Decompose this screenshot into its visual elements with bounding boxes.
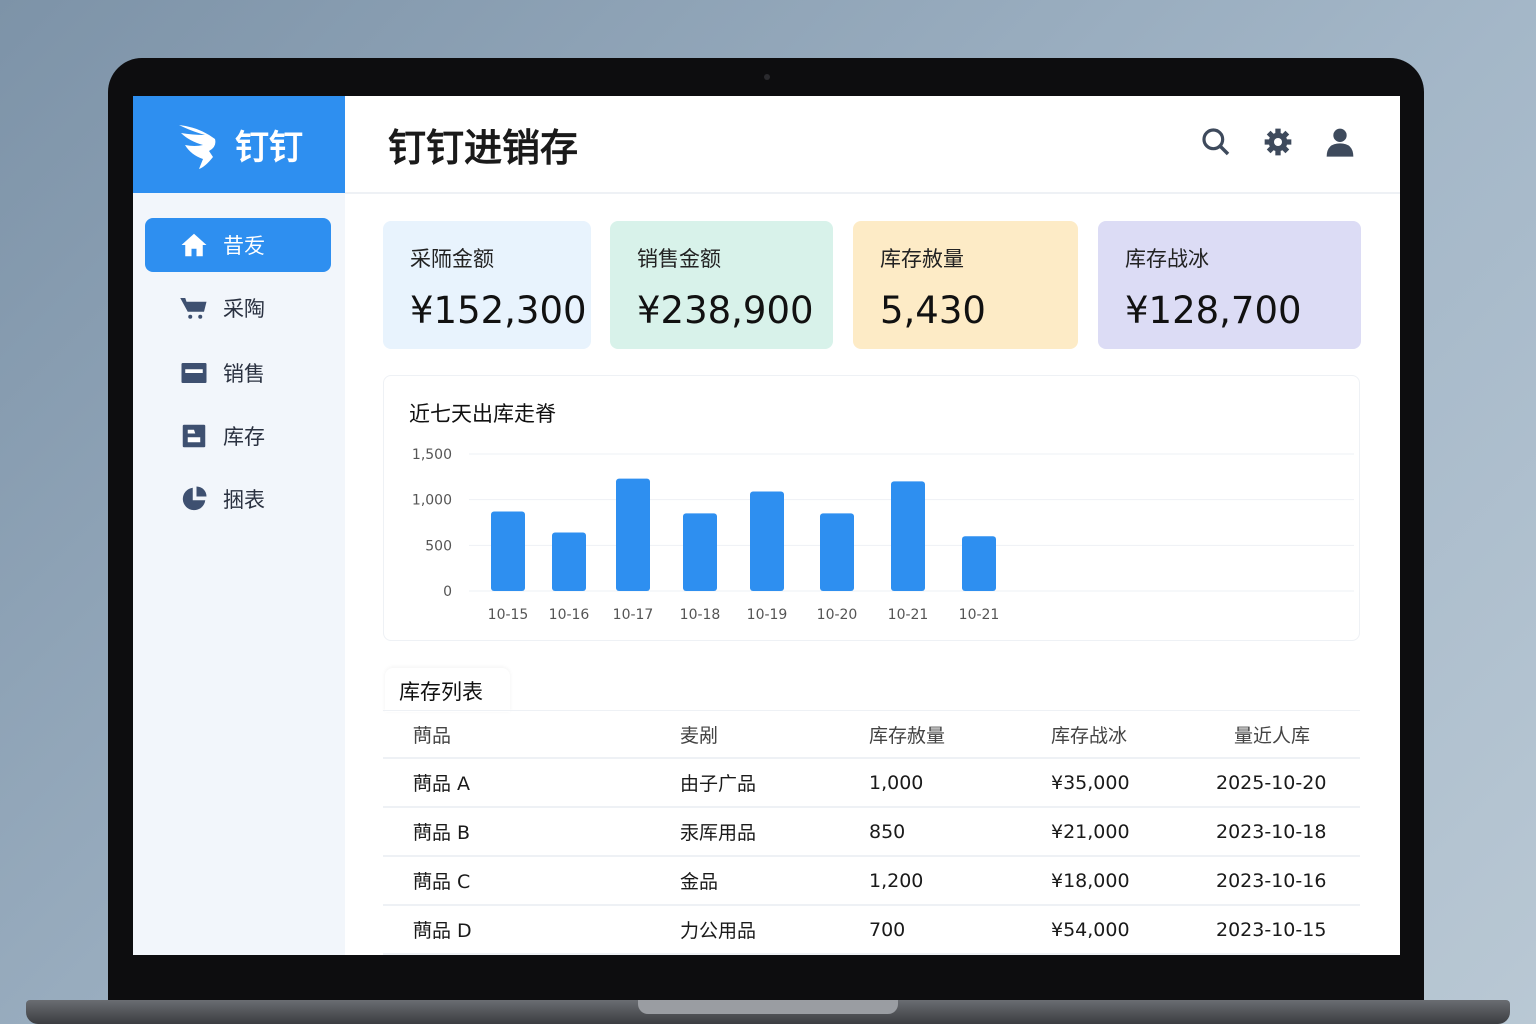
table-cell: 力公用品	[680, 920, 757, 942]
x-tick-label: 10-18	[680, 607, 721, 623]
table-cell: 1,000	[869, 771, 924, 794]
bar[interactable]	[962, 536, 996, 591]
col-header[interactable]: 蔄品	[383, 721, 680, 748]
table-cell: 蔄品 A	[413, 773, 471, 795]
stat-card-stock-cost: 库存战冰 ¥128,700	[1098, 221, 1361, 349]
inventory-table: 蔄品 麦剐 库存赦量 库存战冰 量近人库 蔄品 A 由子广品 1,000 ¥35,00…	[383, 710, 1360, 955]
table-cell: 蔄品 D	[413, 920, 472, 942]
home-icon	[181, 233, 207, 257]
x-tick-label: 10-16	[549, 607, 590, 623]
camera	[764, 74, 770, 80]
sidebar-item-label: 捆表	[223, 488, 265, 512]
table-cell: ¥35,000	[1051, 771, 1130, 794]
calendar-icon	[181, 363, 207, 383]
table-cell: 蔄品 C	[413, 871, 471, 893]
bar[interactable]	[552, 532, 586, 591]
table-cell: 2025-10-20	[1216, 771, 1327, 794]
table-tab[interactable]: 库存列表	[385, 668, 510, 712]
table-cell: 金品	[680, 871, 719, 893]
screen: 钉钉 昔叐 采陶 销售 库存 捆表 钉钉进销存 采陑金额 ¥152,300 销售…	[133, 96, 1400, 955]
table-header-row: 蔄品 麦剐 库存赦量 库存战冰 量近人库	[383, 711, 1360, 759]
y-tick-label: 500	[425, 538, 452, 554]
x-tick-label: 10-15	[488, 607, 529, 623]
col-header[interactable]: 库存赦量	[869, 721, 1051, 748]
col-header[interactable]: 库存战冰	[1051, 721, 1216, 748]
bar-chart: 0 500 1,000 1,500 10-15 10-16 10-17 10-18 10-19 1…	[412, 447, 1354, 623]
table-cell: 2023-10-16	[1216, 869, 1327, 892]
gear-icon[interactable]	[1262, 126, 1294, 158]
bar[interactable]	[891, 481, 925, 591]
logo[interactable]: 钉钉	[133, 96, 345, 193]
x-tick-label: 10-21	[888, 607, 929, 623]
x-tick-label: 10-19	[747, 607, 788, 623]
y-tick-label: 1,500	[412, 447, 452, 463]
col-header[interactable]: 量近人库	[1216, 721, 1360, 748]
bar[interactable]	[491, 511, 525, 591]
table-cell: ¥54,000	[1051, 918, 1130, 941]
table-cell: 2023-10-15	[1216, 918, 1327, 941]
sidebar-item-label: 昔叐	[223, 234, 265, 258]
y-tick-label: 1,000	[412, 493, 452, 509]
sidebar-item-sales[interactable]: 销售	[145, 346, 331, 400]
box-icon	[182, 424, 206, 448]
x-tick-label: 10-20	[817, 607, 858, 623]
table-cell: 700	[869, 918, 906, 941]
bar[interactable]	[750, 491, 784, 591]
table-cell: 汞厍用品	[680, 822, 757, 844]
table-row[interactable]: 蔄品 D 力公用品 700 ¥54,000 2023-10-15	[383, 906, 1360, 955]
page-title: 钉钉进销存	[388, 125, 579, 170]
sidebar-item-home[interactable]: 昔叐	[145, 218, 331, 272]
sidebar-item-label: 销售	[223, 362, 265, 386]
search-icon[interactable]	[1200, 126, 1232, 158]
sidebar-item-reports[interactable]: 捆表	[145, 472, 331, 526]
stat-card-stock-qty: 库存赦量 5,430	[853, 221, 1078, 349]
table-cell: 由子广品	[680, 773, 757, 795]
table-cell: 蔄品 B	[413, 822, 471, 844]
x-tick-label: 10-21	[959, 607, 1000, 623]
table-row[interactable]: 蔄品 C 金品 1,200 ¥18,000 2023-10-16	[383, 857, 1360, 906]
chart-panel: 近七天出库走脊 0 500 1,000 1,500 10-15 10-16 10-17 10-…	[383, 375, 1360, 641]
sidebar-item-purchase[interactable]: 采陶	[145, 281, 331, 335]
table-row[interactable]: 蔄品 A 由子广品 1,000 ¥35,000 2025-10-20	[383, 759, 1360, 808]
bar[interactable]	[683, 513, 717, 591]
laptop-notch	[638, 1000, 898, 1014]
bar[interactable]	[616, 478, 650, 591]
table-row[interactable]: 蔄品 B 汞厍用品 850 ¥21,000 2023-10-18	[383, 808, 1360, 857]
sidebar-item-label: 采陶	[223, 297, 265, 321]
cart-icon	[180, 298, 207, 319]
logo-text: 钉钉	[235, 128, 303, 168]
sidebar: 钉钉 昔叐 采陶 销售 库存 捆表	[133, 96, 345, 955]
sidebar-item-label: 库存	[223, 425, 265, 449]
sidebar-item-inventory[interactable]: 库存	[145, 409, 331, 463]
stat-card-purchase: 采陑金额 ¥152,300	[383, 221, 591, 349]
table-cell: ¥21,000	[1051, 820, 1130, 843]
bar[interactable]	[820, 513, 854, 591]
pie-chart-icon	[182, 486, 207, 511]
col-header[interactable]: 麦剐	[680, 721, 869, 748]
x-tick-label: 10-17	[613, 607, 654, 623]
table-cell: 2023-10-18	[1216, 820, 1327, 843]
user-icon[interactable]	[1324, 126, 1356, 158]
stat-card-sales: 销售金额 ¥238,900	[610, 221, 833, 349]
table-cell: 1,200	[869, 869, 924, 892]
table-cell: 850	[869, 820, 906, 843]
dingtalk-wing-icon	[179, 124, 216, 169]
table-cell: ¥18,000	[1051, 869, 1130, 892]
header: 钉钉进销存	[345, 96, 1400, 194]
y-tick-label: 0	[443, 584, 452, 600]
